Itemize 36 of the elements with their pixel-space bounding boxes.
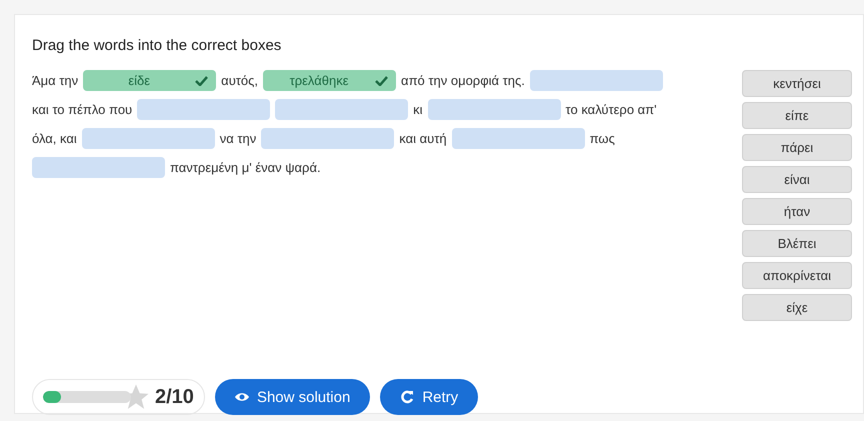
filled-drop-zone[interactable]: είδε — [83, 70, 216, 90]
drop-zone[interactable] — [428, 98, 561, 120]
check-icon — [375, 74, 388, 86]
drop-zone[interactable] — [275, 98, 408, 120]
filled-drop-zone[interactable]: τρελάθηκε — [263, 70, 396, 90]
word-chip[interactable]: είναι — [742, 166, 852, 193]
task-title: Drag the words into the correct boxes — [32, 37, 282, 54]
drop-zone[interactable] — [82, 128, 215, 148]
sentence-text: να την — [220, 130, 256, 146]
sentence-text: και αυτή — [399, 130, 447, 146]
sentence-text: όλα, και — [32, 130, 77, 146]
sentence-text: από την ομορφιά της. — [401, 72, 525, 88]
score-text: 2/10 — [155, 386, 194, 408]
sentence-text: αυτός, — [221, 72, 258, 88]
drop-zone[interactable] — [261, 128, 394, 148]
retry-icon — [400, 390, 414, 404]
sentence-text: και το πέπλο που — [32, 102, 132, 116]
word-chip[interactable]: είπε — [742, 102, 852, 129]
drop-zone[interactable] — [137, 98, 270, 120]
drop-zone[interactable] — [530, 70, 663, 90]
word-chip[interactable]: αποκρίνεται — [742, 262, 852, 289]
word-chip[interactable]: κεντήσει — [742, 70, 852, 97]
word-chip[interactable]: πάρει — [742, 134, 852, 161]
sentence-text: παντρεμένη μ' έναν ψαρά. — [170, 160, 321, 174]
word-chip[interactable]: Βλέπει — [742, 230, 852, 257]
drop-zone[interactable] — [32, 156, 165, 178]
retry-button[interactable]: Retry — [380, 379, 478, 415]
check-icon — [195, 74, 208, 86]
sentence-text: το καλύτερο απ' — [566, 102, 657, 116]
word-chip[interactable]: είχε — [742, 294, 852, 321]
sentence-text: πως — [590, 130, 615, 146]
drop-zone[interactable] — [452, 128, 585, 148]
sentence-text: κι — [413, 102, 423, 116]
word-chip[interactable]: ήταν — [742, 198, 852, 225]
show-solution-button[interactable]: Show solution — [214, 379, 370, 415]
sentence-text: Άμα την — [32, 72, 78, 88]
